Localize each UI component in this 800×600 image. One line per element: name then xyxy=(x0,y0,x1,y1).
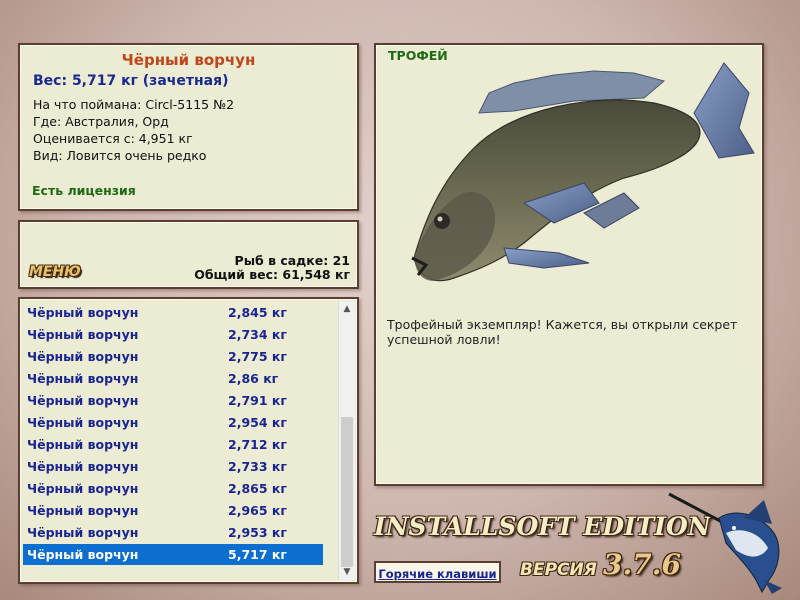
list-item-name: Чёрный ворчун xyxy=(27,481,139,496)
list-item-name: Чёрный ворчун xyxy=(27,503,139,518)
list-item-weight: 2,733 кг xyxy=(228,459,287,474)
list-item-name: Чёрный ворчун xyxy=(27,371,139,386)
keepnet-stats-panel: МЕНЮ Рыб в садке: 21 Общий вес: 61,548 к… xyxy=(18,220,359,289)
list-item-weight: 2,953 кг xyxy=(228,525,287,540)
hotkeys-button[interactable]: Горячие клавиши xyxy=(374,561,501,583)
list-item[interactable]: Чёрный ворчун 2,791 кг xyxy=(23,390,323,411)
menu-button[interactable]: МЕНЮ xyxy=(29,264,81,280)
fish-count: Рыб в садке: 21 xyxy=(234,253,350,268)
list-item-name: Чёрный ворчун xyxy=(27,349,139,364)
list-item[interactable]: Чёрный ворчун 2,733 кг xyxy=(23,456,323,477)
catch-location: Где: Австралия, Орд xyxy=(33,114,169,129)
trophy-description: Трофейный экземпляр! Кажется, вы открыли… xyxy=(387,317,738,347)
list-item-weight: 2,712 кг xyxy=(228,437,287,452)
trophy-panel: ТРОФЕЙ Трофейный экземпляр! Кажется, вы … xyxy=(374,43,764,486)
list-item[interactable]: Чёрный ворчун 2,775 кг xyxy=(23,346,323,367)
list-item[interactable]: Чёрный ворчун 2,865 кг xyxy=(23,478,323,499)
scrollbar[interactable]: ▲ ▼ xyxy=(338,301,355,580)
list-item[interactable]: Чёрный ворчун 2,954 кг xyxy=(23,412,323,433)
hotkeys-label: Горячие клавиши xyxy=(378,567,497,581)
list-item-name: Чёрный ворчун xyxy=(27,305,139,320)
list-item-weight: 2,791 кг xyxy=(228,393,287,408)
list-item-name: Чёрный ворчун xyxy=(27,415,139,430)
list-item-name: Чёрный ворчун xyxy=(27,393,139,408)
license-status: Есть лицензия xyxy=(32,183,136,198)
rarity: Вид: Ловится очень редко xyxy=(33,148,207,163)
list-item[interactable]: Чёрный ворчун 2,712 кг xyxy=(23,434,323,455)
list-item-name: Чёрный ворчун xyxy=(27,547,139,562)
fish-image xyxy=(411,62,755,282)
list-item[interactable]: Чёрный ворчун 2,845 кг xyxy=(23,302,323,323)
list-item-weight: 2,86 кг xyxy=(228,371,279,386)
list-item[interactable]: Чёрный ворчун 2,734 кг xyxy=(23,324,323,345)
list-item-weight: 2,954 кг xyxy=(228,415,287,430)
chevron-up-icon[interactable]: ▲ xyxy=(339,301,355,317)
catch-list[interactable]: Чёрный ворчун 2,845 кг Чёрный ворчун 2,734 … xyxy=(18,297,359,584)
fish-weight: Вес: 5,717 кг (зачетная) xyxy=(33,73,229,89)
caught-with: На что поймана: Circl-5115 №2 xyxy=(33,97,235,112)
list-item[interactable]: Чёрный ворчун 5,717 кг xyxy=(23,544,323,565)
list-item-name: Чёрный ворчун xyxy=(27,459,139,474)
list-item-weight: 2,734 кг xyxy=(228,327,287,342)
scrollbar-thumb[interactable] xyxy=(341,417,353,567)
list-item-weight: 2,845 кг xyxy=(228,305,287,320)
chevron-down-icon[interactable]: ▼ xyxy=(339,564,355,580)
fish-name: Чёрный ворчун xyxy=(121,51,256,69)
marlin-logo xyxy=(668,492,782,594)
total-weight: Общий вес: 61,548 кг xyxy=(194,267,350,282)
list-item[interactable]: Чёрный ворчун 2,953 кг xyxy=(23,522,323,543)
list-item-weight: 2,965 кг xyxy=(228,503,287,518)
list-item-weight: 5,717 кг xyxy=(228,547,287,562)
fish-info-panel: Чёрный ворчун Вес: 5,717 кг (зачетная) Н… xyxy=(18,43,359,211)
list-item-name: Чёрный ворчун xyxy=(27,327,139,342)
version-label: ВЕРСИЯ xyxy=(520,560,597,580)
valued-from: Оценивается с: 4,951 кг xyxy=(33,131,193,146)
list-item[interactable]: Чёрный ворчун 2,965 кг xyxy=(23,500,323,521)
list-item[interactable]: Чёрный ворчун 2,86 кг xyxy=(23,368,323,389)
list-item-name: Чёрный ворчун xyxy=(27,525,139,540)
list-item-weight: 2,775 кг xyxy=(228,349,287,364)
edition-logo: INSTALLSOFT EDITION xyxy=(374,512,711,541)
list-item-name: Чёрный ворчун xyxy=(27,437,139,452)
list-item-weight: 2,865 кг xyxy=(228,481,287,496)
